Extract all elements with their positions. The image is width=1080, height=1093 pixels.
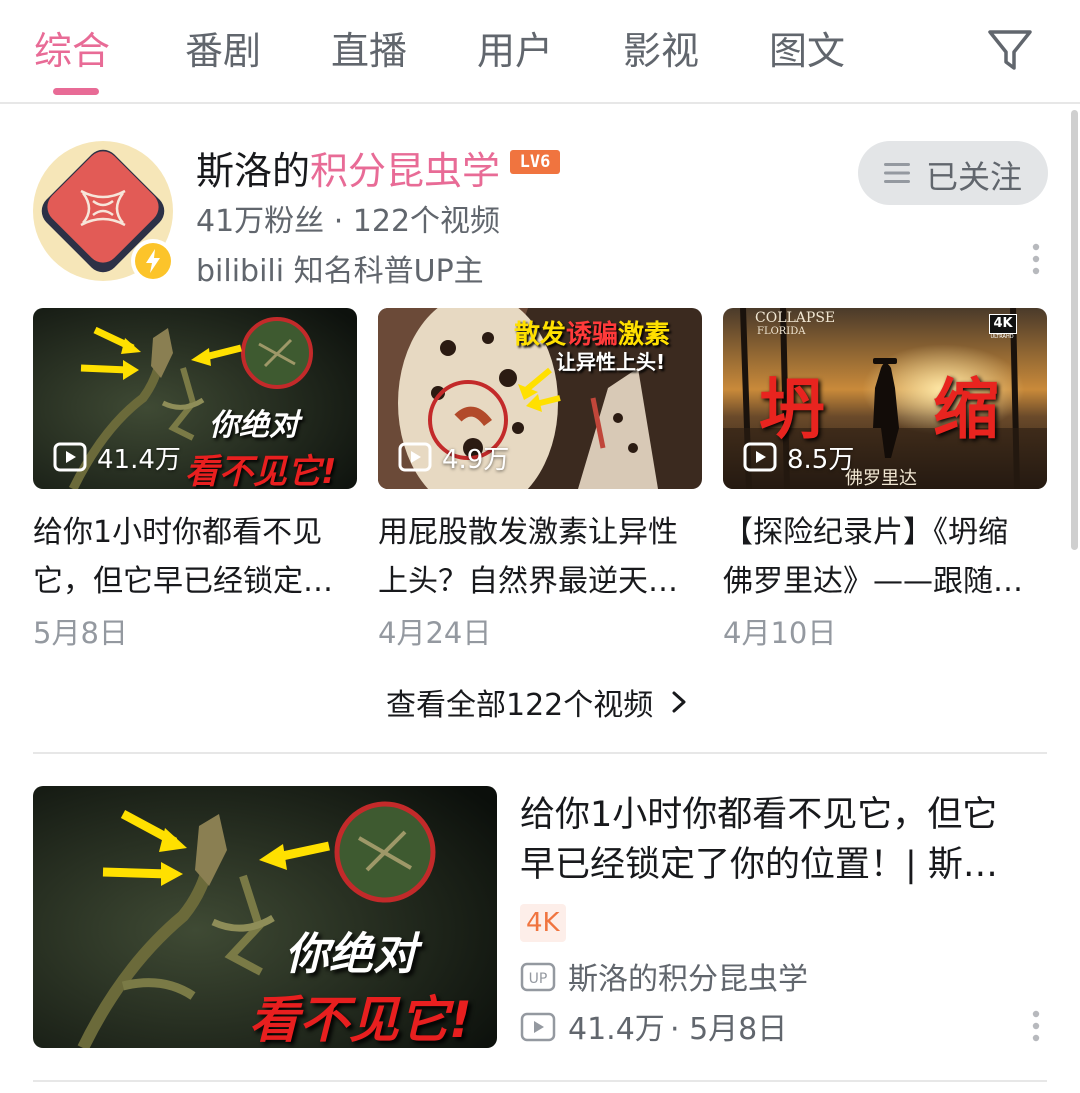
video-title-line: 用屁股散发激素让异性 <box>378 515 678 550</box>
thumbnail-caption-bottom: 看不见它! <box>185 452 337 489</box>
view-all-videos-link[interactable]: 查看全部122个视频 <box>386 680 653 724</box>
thumbnail-caption-bottom: 看不见它! <box>249 991 472 1048</box>
tab-users[interactable]: 用户 <box>477 20 553 75</box>
filter-icon[interactable] <box>982 22 1038 78</box>
video-title-line: 它，但它早已经锁定… <box>33 564 333 599</box>
thumbnail-caption-big-left: 坍 <box>759 370 825 448</box>
up-certification: bilibili 知名科普UP主 <box>196 254 484 289</box>
play-count-icon <box>398 442 432 472</box>
thumbnail-caption-big-right: 缩 <box>933 370 999 448</box>
video-thumbnail[interactable]: 散发诱骗激素 让异性上头! 4.9万 <box>378 308 702 489</box>
video-title[interactable]: 用屁股散发激素让异性 上头？自然界最逆天… <box>378 508 702 606</box>
video-title[interactable]: 给你1小时你都看不见 它，但它早已经锁定… <box>33 508 357 606</box>
quality-tag: 4K <box>520 904 566 942</box>
view-count: 8.5万 <box>787 445 855 475</box>
video-date: 4月24日 <box>378 616 492 650</box>
featured-views: 41.4万 <box>568 1012 665 1047</box>
active-tab-indicator <box>53 88 99 95</box>
menu-lines-icon <box>884 163 910 183</box>
thumbnail-caption-top: 你绝对 <box>209 408 299 443</box>
chevron-right-icon[interactable] <box>670 690 688 714</box>
thumbnail-caption-bottom: 让异性上头! <box>556 350 666 374</box>
play-count-icon <box>53 442 87 472</box>
tab-movies[interactable]: 影视 <box>623 20 699 75</box>
search-tab-bar: 综合 番剧 直播 用户 影视 图文 <box>0 0 1080 104</box>
section-divider <box>33 752 1047 754</box>
thumbnail-caption-bottom: 佛罗里达 <box>845 468 917 489</box>
featured-video-title[interactable]: 给你1小时你都看不见它，但它 早已经锁定了你的位置！| 斯… <box>520 790 1040 890</box>
up-badge-icon: UP <box>520 962 556 992</box>
section-divider <box>33 1080 1047 1082</box>
video-date: 5月8日 <box>33 616 128 650</box>
thumbnail-caption-top: 你绝对 <box>285 929 417 980</box>
video-thumbnail[interactable]: 你绝对 看不见它! 41.4万 <box>33 308 357 489</box>
thumbnail-caption-top: COLLAPSE <box>755 310 836 326</box>
uhd-badge: 4K <box>989 314 1017 334</box>
followed-button[interactable]: 已关注 <box>858 141 1048 205</box>
play-count-icon <box>520 1012 556 1042</box>
video-title-line: 上头？自然界最逆天… <box>378 564 678 599</box>
more-vertical-icon[interactable] <box>1031 1010 1041 1042</box>
tab-live[interactable]: 直播 <box>331 20 407 75</box>
video-title[interactable]: 【探险纪录片】《坍缩 佛罗里达》——跟随… <box>723 508 1047 606</box>
up-name-highlight: 积分昆虫学 <box>310 149 501 193</box>
tab-comprehensive[interactable]: 综合 <box>34 20 110 75</box>
featured-author: 斯洛的积分昆虫学 <box>568 962 808 997</box>
featured-title-line: 早已经锁定了你的位置！| 斯… <box>520 845 998 885</box>
video-date: 4月10日 <box>723 616 837 650</box>
lightning-verify-icon <box>131 239 175 283</box>
svg-text:UP: UP <box>529 971 548 987</box>
featured-video-thumbnail[interactable]: 你绝对 看不见它! <box>33 786 497 1048</box>
up-name-prefix: 斯洛的 <box>196 149 311 193</box>
tab-bangumi[interactable]: 番剧 <box>185 20 261 75</box>
uhd-badge-sub: ULTRAHD <box>990 334 1014 340</box>
play-count-icon <box>743 442 777 472</box>
featured-title-line: 给你1小时你都看不见它，但它 <box>520 795 998 835</box>
scrollbar[interactable] <box>1071 110 1078 550</box>
video-title-line: 佛罗里达》——跟随… <box>723 564 1023 599</box>
video-title-line: 给你1小时你都看不见 <box>33 515 323 550</box>
video-thumbnail[interactable]: COLLAPSE FLORIDA 4K ULTRAHD 坍 缩 佛罗里达 8.5… <box>723 308 1047 489</box>
level-badge: LV6 <box>510 150 560 174</box>
featured-date: · 5月8日 <box>670 1012 788 1047</box>
up-avatar-wrap[interactable] <box>33 141 175 283</box>
more-vertical-icon[interactable] <box>1031 243 1041 275</box>
thumbnail-caption-sub: FLORIDA <box>757 326 806 337</box>
view-count: 4.9万 <box>442 445 510 475</box>
up-name[interactable]: 斯洛的积分昆虫学 <box>196 140 500 195</box>
tab-articles[interactable]: 图文 <box>769 20 845 75</box>
view-count: 41.4万 <box>97 445 181 475</box>
up-stats: 41万粉丝 · 122个视频 <box>196 204 501 239</box>
followed-label: 已关注 <box>926 158 1023 196</box>
video-title-line: 【探险纪录片】《坍缩 <box>723 515 1008 550</box>
